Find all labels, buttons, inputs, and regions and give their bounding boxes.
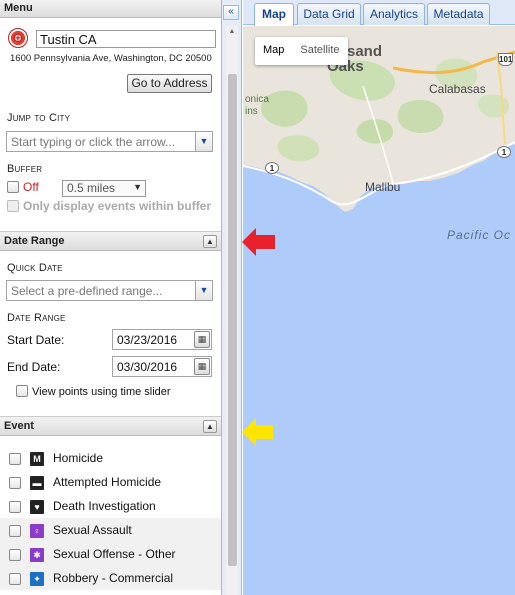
calendar-icon[interactable]: ▦ xyxy=(194,331,210,348)
scroll-up-icon[interactable]: ▲ xyxy=(226,26,238,38)
map-type-map-button[interactable]: Map xyxy=(255,37,292,65)
chevron-down-icon: ▼ xyxy=(133,182,142,192)
tab-map[interactable]: Map xyxy=(254,3,294,26)
buffer-toggle-label: Off xyxy=(23,180,39,194)
start-date-input[interactable]: 03/23/2016 ▦ xyxy=(112,329,212,350)
map-basemap xyxy=(243,26,515,212)
event-header: Event ▲ xyxy=(0,416,221,436)
scrollbar-thumb[interactable] xyxy=(228,74,237,566)
menu-title: Menu xyxy=(4,2,33,14)
route-1-shield: 1 xyxy=(497,146,511,158)
quick-date-combo[interactable]: Select a pre-defined range... ▼ xyxy=(6,280,213,301)
time-slider-label: View points using time slider xyxy=(32,386,171,398)
event-type-icon: ♀ xyxy=(30,523,44,538)
event-item[interactable]: ▬ Attempted Homicide xyxy=(0,470,221,494)
end-date-input[interactable]: 03/30/2016 ▦ xyxy=(112,356,212,377)
jump-to-city-combo[interactable]: Start typing or click the arrow... ▼ xyxy=(6,131,213,152)
start-date-label: Start Date: xyxy=(7,333,65,347)
map-label-monica: onica xyxy=(245,94,269,105)
event-type-icon: ✱ xyxy=(30,547,44,562)
event-item[interactable]: ♥ Death Investigation xyxy=(0,494,221,518)
tab-data-grid[interactable]: Data Grid xyxy=(297,3,361,25)
buffer-distance-value: 0.5 miles xyxy=(67,181,116,195)
event-item[interactable]: ✦ Robbery - Commercial xyxy=(0,566,221,590)
yellow-arrow-icon xyxy=(242,418,273,446)
event-checkbox[interactable] xyxy=(9,452,21,465)
event-label: Sexual Assault xyxy=(53,523,132,537)
time-slider-option[interactable]: View points using time slider xyxy=(16,385,171,398)
map-label-malibu: Malibu xyxy=(365,180,401,194)
event-item[interactable]: ✱ Sexual Offense - Other xyxy=(0,542,221,566)
map-type-control: Map Satellite xyxy=(255,37,348,65)
event-checkbox[interactable] xyxy=(9,476,21,489)
event-label: Death Investigation xyxy=(53,499,156,513)
end-date-value: 03/30/2016 xyxy=(117,360,178,374)
event-type-icon: ▬ xyxy=(30,475,44,490)
collapse-panel-icon[interactable]: « xyxy=(223,5,239,20)
event-checkbox[interactable] xyxy=(9,572,21,585)
map-label-pacific-ocean: Pacific Oc xyxy=(447,228,512,242)
date-range-label: Date Range xyxy=(7,312,66,324)
buffer-only-label: Only display events within buffer xyxy=(23,199,212,213)
buffer-only-option: Only display events within buffer xyxy=(7,199,211,213)
event-label: Homicide xyxy=(53,451,104,465)
chevron-down-icon[interactable]: ▼ xyxy=(195,132,212,151)
end-date-label: End Date: xyxy=(7,360,61,374)
event-checkbox[interactable] xyxy=(9,548,21,561)
event-type-icon: M xyxy=(30,451,44,466)
go-to-address-button[interactable]: Go to Address xyxy=(127,74,212,93)
jump-to-city-placeholder: Start typing or click the arrow... xyxy=(11,135,176,149)
event-label: Sexual Offense - Other xyxy=(53,547,176,561)
locate-target-icon[interactable]: ⊕ xyxy=(8,28,28,48)
route-1-shield: 1 xyxy=(265,162,279,174)
collapse-icon[interactable]: ▲ xyxy=(203,235,217,248)
event-title: Event xyxy=(4,420,34,432)
time-slider-checkbox[interactable] xyxy=(16,385,28,398)
event-checkbox[interactable] xyxy=(9,524,21,537)
map-label-ins: ins xyxy=(245,106,258,117)
buffer-only-checkbox xyxy=(7,199,19,212)
event-label: Robbery - Commercial xyxy=(53,571,174,585)
quick-date-placeholder: Select a pre-defined range... xyxy=(11,284,163,298)
red-arrow-icon xyxy=(242,228,275,256)
buffer-distance-select[interactable]: 0.5 miles ▼ xyxy=(62,180,146,197)
event-checkbox[interactable] xyxy=(9,500,21,513)
date-range-header: Date Range ▲ xyxy=(0,231,221,251)
map-type-satellite-button[interactable]: Satellite xyxy=(292,37,347,65)
address-search-input[interactable] xyxy=(36,30,216,48)
collapse-icon[interactable]: ▲ xyxy=(203,420,217,433)
chevron-down-icon[interactable]: ▼ xyxy=(195,281,212,300)
event-type-icon: ✦ xyxy=(30,571,44,586)
event-item[interactable]: ♀ Sexual Assault xyxy=(0,518,221,542)
map-label-calabasas: Calabasas xyxy=(429,82,486,96)
date-range-title: Date Range xyxy=(4,235,65,247)
event-type-icon: ♥ xyxy=(30,499,44,514)
event-label: Attempted Homicide xyxy=(53,475,162,489)
buffer-toggle[interactable]: Off xyxy=(7,180,39,194)
tab-bar: Map Data Grid Analytics Metadata xyxy=(243,0,515,26)
event-item[interactable]: M Homicide xyxy=(0,446,221,470)
address-example-text: 1600 Pennsylvania Ave, Washington, DC 20… xyxy=(10,53,212,64)
map-canvas[interactable]: sand Oaks Calabasas Malibu Pacific Oc on… xyxy=(243,26,515,595)
quick-date-label: Quick Date xyxy=(7,262,63,274)
calendar-icon[interactable]: ▦ xyxy=(194,358,210,375)
tab-analytics[interactable]: Analytics xyxy=(363,3,425,25)
buffer-label: Buffer xyxy=(7,163,43,175)
route-101-shield: 101 xyxy=(498,53,513,66)
left-menu-panel: Menu ⊕ 1600 Pennsylvania Ave, Washington… xyxy=(0,0,222,595)
tab-metadata[interactable]: Metadata xyxy=(427,3,490,25)
start-date-value: 03/23/2016 xyxy=(117,333,178,347)
menu-header: Menu xyxy=(0,0,221,18)
jump-to-city-label: Jump to City xyxy=(7,112,71,124)
buffer-checkbox[interactable] xyxy=(7,180,19,193)
